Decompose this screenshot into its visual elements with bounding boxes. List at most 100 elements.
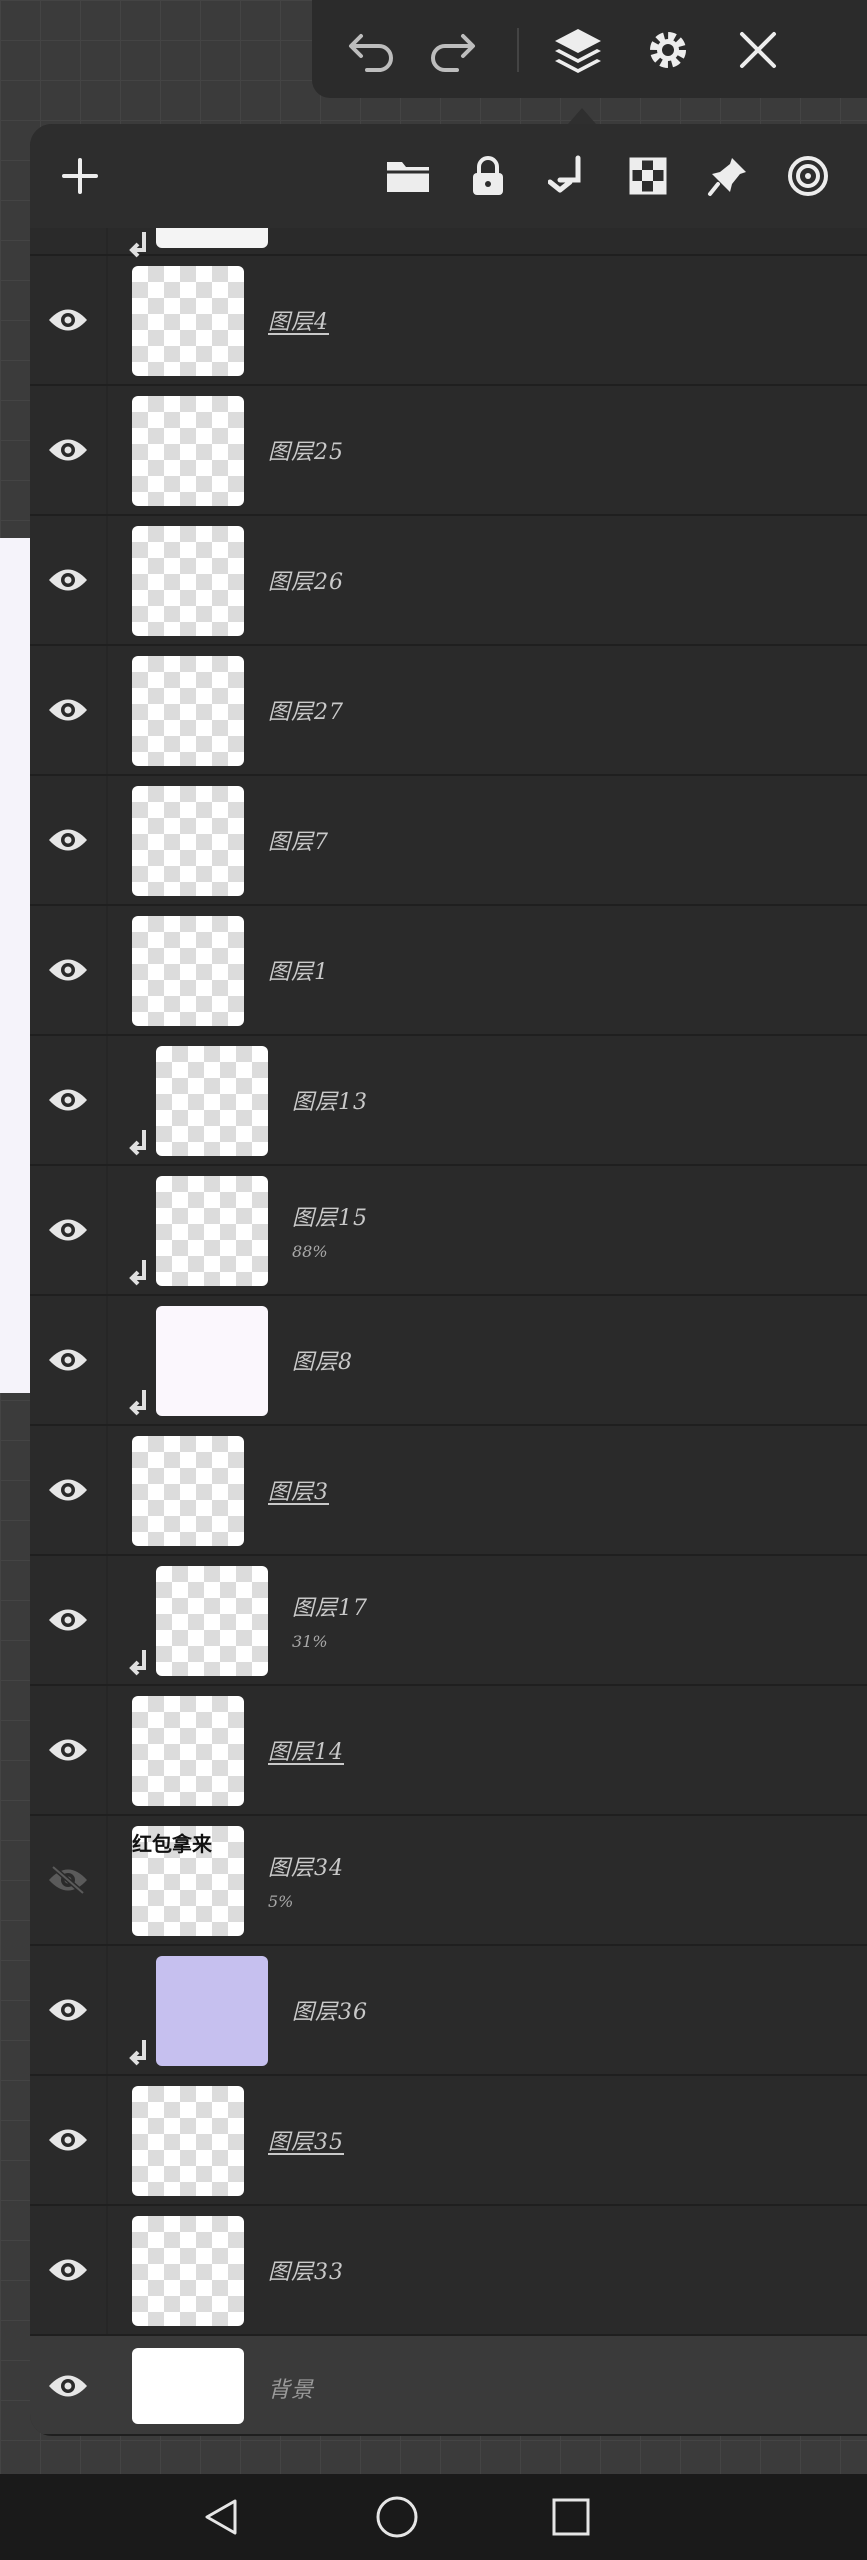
layer-thumbnail: 红包拿来 xyxy=(132,1826,244,1936)
eye-icon[interactable] xyxy=(46,1470,90,1510)
layer-name[interactable]: 图层27 xyxy=(268,694,344,726)
layer-row-partial[interactable] xyxy=(30,228,867,258)
layer-thumbnail xyxy=(132,2086,244,2196)
toolbar-divider xyxy=(517,28,519,72)
eye-icon[interactable] xyxy=(46,1730,90,1770)
layer-opacity: 31% xyxy=(292,1632,328,1651)
clip-arrow-icon xyxy=(129,1130,146,1156)
layer-name[interactable]: 图层14 xyxy=(268,1734,344,1766)
clip-arrow-icon xyxy=(129,2040,146,2066)
layer-thumbnail xyxy=(156,1176,268,1286)
layer-name[interactable]: 图层7 xyxy=(268,824,329,856)
eye-icon[interactable] xyxy=(46,2120,90,2160)
layer-row[interactable]: 图层8 xyxy=(30,1296,867,1426)
layer-row[interactable]: 图层17 31% xyxy=(30,1556,867,1686)
lock-icon[interactable] xyxy=(458,146,518,206)
eye-icon[interactable] xyxy=(46,1340,90,1380)
add-layer-icon[interactable] xyxy=(50,146,110,206)
layer-row[interactable]: 红包拿来图层34 5% xyxy=(30,1816,867,1946)
eye-icon[interactable] xyxy=(46,560,90,600)
layer-opacity: 5% xyxy=(268,1892,294,1911)
clip-down-icon[interactable] xyxy=(538,146,598,206)
layers-panel: 图层4 图层25 图层26 图层27 图层7 图层1 图层13 图层15 88% 图层8 图层3 图层… xyxy=(30,124,867,2436)
redo-icon[interactable] xyxy=(422,20,482,80)
layer-name[interactable]: 图层25 xyxy=(268,434,344,466)
layer-thumbnail xyxy=(132,1696,244,1806)
layer-thumbnail xyxy=(132,2348,244,2424)
folder-icon[interactable] xyxy=(378,146,438,206)
layer-name[interactable]: 背景 xyxy=(268,2372,314,2404)
layer-row[interactable]: 图层15 88% xyxy=(30,1166,867,1296)
system-navigation-bar xyxy=(0,2474,867,2560)
clip-arrow-icon xyxy=(129,1650,146,1676)
layer-name[interactable]: 图层4 xyxy=(268,304,329,336)
layer-thumbnail xyxy=(156,1956,268,2066)
layers-panel-header xyxy=(30,124,867,228)
eye-icon[interactable] xyxy=(46,1210,90,1250)
layer-name[interactable]: 图层1 xyxy=(268,954,329,986)
layer-name[interactable]: 图层33 xyxy=(268,2254,344,2286)
layer-row[interactable]: 图层4 xyxy=(30,256,867,386)
target-icon[interactable] xyxy=(778,146,838,206)
thumbnail-text: 红包拿来 xyxy=(132,1832,212,1856)
layer-name[interactable]: 图层34 xyxy=(268,1850,344,1882)
layer-thumbnail xyxy=(132,396,244,506)
clip-arrow-icon xyxy=(129,1260,146,1286)
top-toolbar xyxy=(312,0,867,98)
transparency-icon[interactable] xyxy=(618,146,678,206)
layer-thumbnail xyxy=(156,228,268,248)
clip-arrow-icon xyxy=(129,1390,146,1416)
layer-row[interactable]: 图层27 xyxy=(30,646,867,776)
layer-row[interactable]: 图层36 xyxy=(30,1946,867,2076)
layer-thumbnail xyxy=(156,1306,268,1416)
layer-name[interactable]: 图层8 xyxy=(292,1344,353,1376)
layer-thumbnail xyxy=(132,656,244,766)
layer-row[interactable]: 背景 xyxy=(30,2336,867,2436)
eye-icon[interactable] xyxy=(46,300,90,340)
layer-row[interactable]: 图层7 xyxy=(30,776,867,906)
pin-icon[interactable] xyxy=(698,146,758,206)
layer-name[interactable]: 图层3 xyxy=(268,1474,329,1506)
eye-icon[interactable] xyxy=(46,1990,90,2030)
layer-name[interactable]: 图层26 xyxy=(268,564,344,596)
eye-icon[interactable] xyxy=(46,2366,90,2406)
layer-opacity: 88% xyxy=(292,1242,328,1261)
eye-icon[interactable] xyxy=(46,1600,90,1640)
home-icon[interactable] xyxy=(364,2484,430,2550)
eye-icon[interactable] xyxy=(46,2250,90,2290)
layer-thumbnail xyxy=(132,786,244,896)
undo-icon[interactable] xyxy=(342,20,402,80)
layer-thumbnail xyxy=(156,1566,268,1676)
layer-name[interactable]: 图层13 xyxy=(292,1084,368,1116)
layer-thumbnail xyxy=(132,266,244,376)
back-icon[interactable] xyxy=(188,2484,254,2550)
layer-row[interactable]: 图层35 xyxy=(30,2076,867,2206)
layer-row[interactable]: 图层33 xyxy=(30,2206,867,2336)
layer-thumbnail xyxy=(132,2216,244,2326)
layer-row[interactable]: 图层14 xyxy=(30,1686,867,1816)
layer-name[interactable]: 图层36 xyxy=(292,1994,368,2026)
layer-row[interactable]: 图层25 xyxy=(30,386,867,516)
eye-icon[interactable] xyxy=(46,1080,90,1120)
layer-thumbnail xyxy=(132,916,244,1026)
layer-row[interactable]: 图层3 xyxy=(30,1426,867,1556)
layer-name[interactable]: 图层17 xyxy=(292,1590,368,1622)
eye-hidden-icon[interactable] xyxy=(46,1860,90,1900)
settings-icon[interactable] xyxy=(638,20,698,80)
eye-icon[interactable] xyxy=(46,690,90,730)
panel-pointer xyxy=(568,108,596,124)
layers-icon[interactable] xyxy=(548,20,608,80)
close-icon[interactable] xyxy=(728,20,788,80)
eye-icon[interactable] xyxy=(46,820,90,860)
artwork-preview xyxy=(0,538,32,1393)
layer-row[interactable]: 图层26 xyxy=(30,516,867,646)
eye-icon[interactable] xyxy=(46,430,90,470)
layer-name[interactable]: 图层35 xyxy=(268,2124,344,2156)
layer-thumbnail xyxy=(132,526,244,636)
layer-row[interactable]: 图层13 xyxy=(30,1036,867,1166)
layer-name[interactable]: 图层15 xyxy=(292,1200,368,1232)
layer-row[interactable]: 图层1 xyxy=(30,906,867,1036)
recents-icon[interactable] xyxy=(538,2484,604,2550)
eye-icon[interactable] xyxy=(46,950,90,990)
layer-thumbnail xyxy=(132,1436,244,1546)
